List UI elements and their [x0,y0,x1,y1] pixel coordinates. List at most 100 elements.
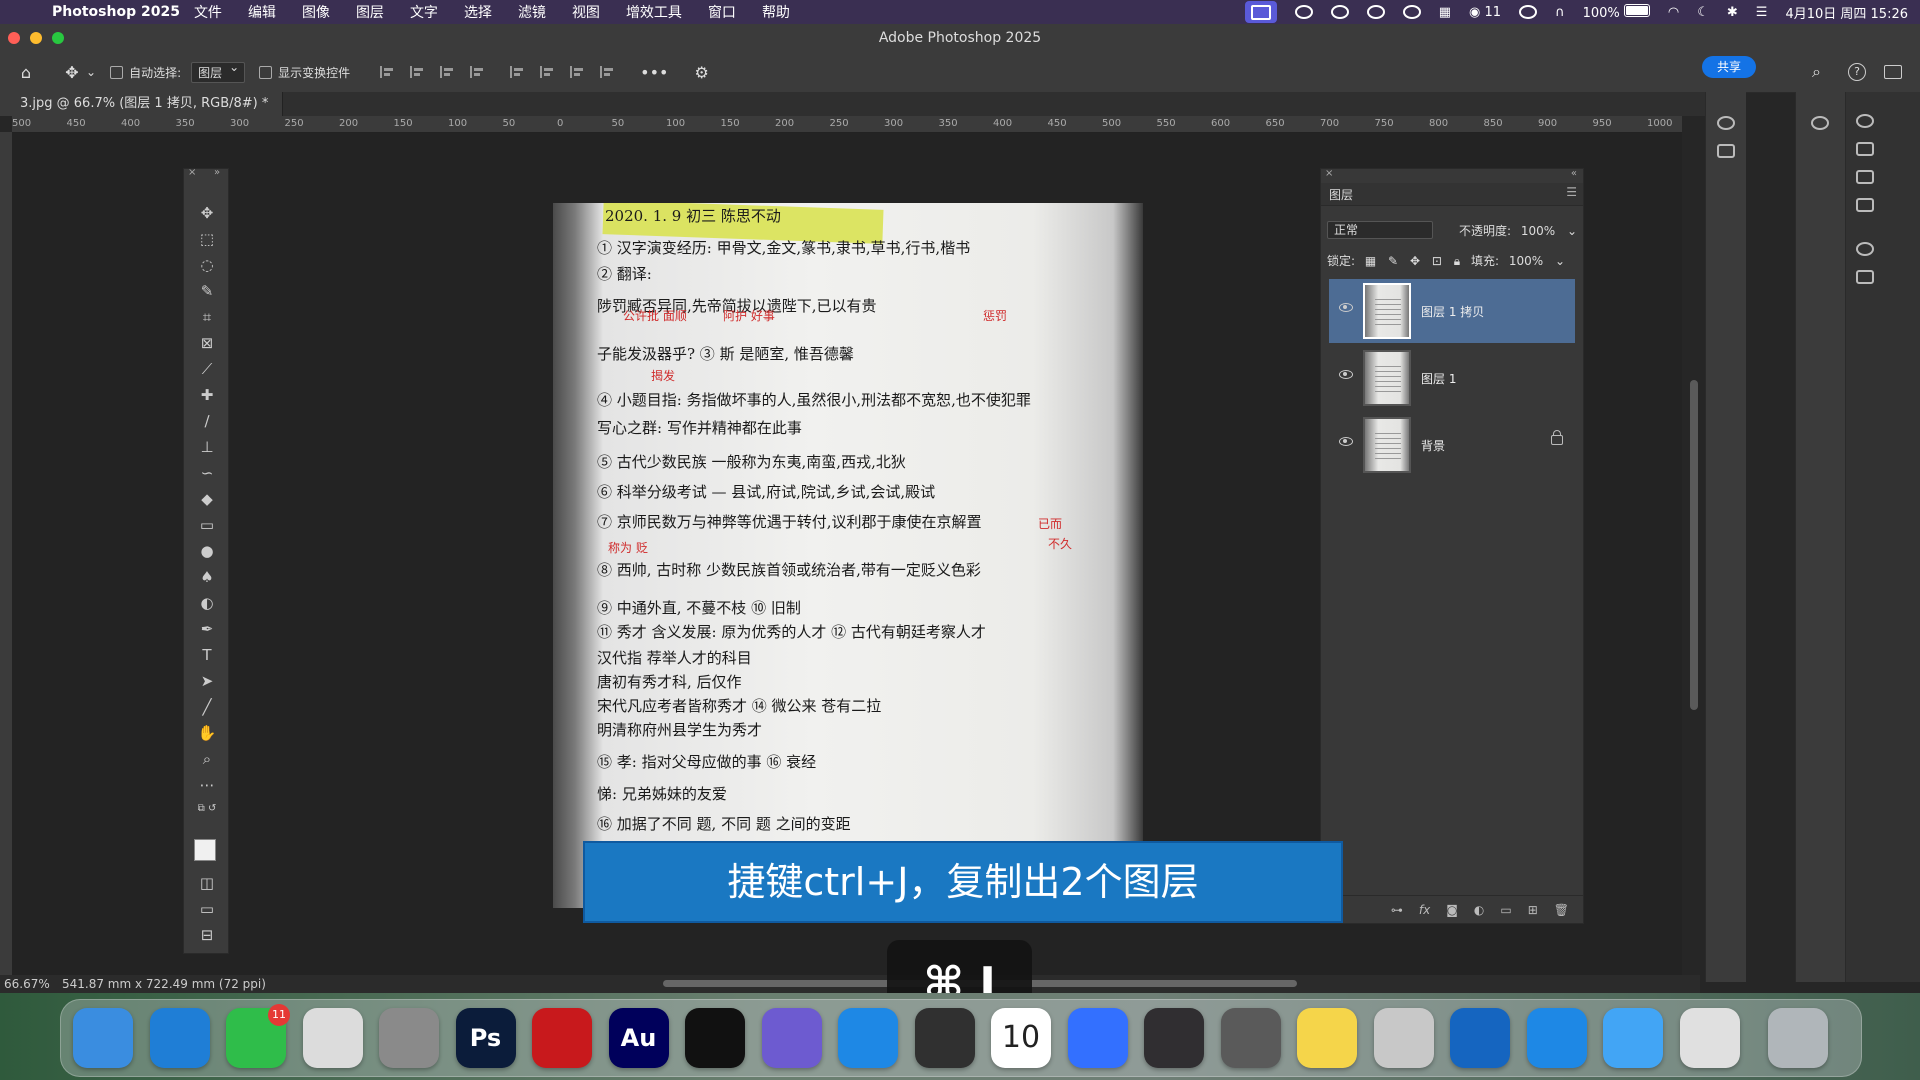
tab-layers[interactable]: 图层 [1329,186,1353,203]
screen-record-icon[interactable] [1244,1,1277,23]
lock-all-icon[interactable]: 🔒︎ [1454,254,1460,268]
vpn-icon[interactable] [1402,5,1421,19]
gear-icon[interactable]: ⚙ [694,63,708,82]
dock-app-edge[interactable] [149,1008,210,1068]
new-layer-icon[interactable]: ⊞ [1528,903,1538,917]
layer-row[interactable]: 图层 1 拷贝 [1329,279,1575,343]
path-select-tool-icon[interactable]: ➤ [197,671,217,691]
search-icon[interactable]: ⌕ [1812,62,1821,82]
default-colors-icon[interactable]: ⧉ ↺ [197,799,217,819]
help-icon[interactable]: ? [1848,63,1866,81]
dock-app-launchpad[interactable] [302,1008,363,1068]
menu-help[interactable]: 帮助 [762,2,790,22]
cursor-icon[interactable] [1366,5,1385,19]
menu-layer[interactable]: 图层 [356,2,384,22]
document-dimensions[interactable]: 541.87 mm x 722.49 mm (72 ppi) [62,975,266,993]
dodge-tool-icon[interactable]: ♠ [197,567,217,587]
healing-brush-tool-icon[interactable]: ✚ [197,385,217,405]
zoom-magnifier-icon[interactable]: ◐ [197,593,217,613]
dock-app-final-cut[interactable] [761,1008,822,1068]
dock-app-pen-app[interactable] [1373,1008,1434,1068]
close-panel-icon[interactable]: × [1325,168,1333,179]
history-panel-icon[interactable] [1811,116,1829,130]
wechat-status[interactable]: ◉ 11 [1469,5,1501,20]
link-icon[interactable]: ⊶ [1391,903,1403,917]
dock-app-remote[interactable] [1450,1008,1510,1068]
align-bottom-icon[interactable] [570,66,586,78]
screen-mode-icon[interactable]: ▭ [197,899,217,919]
dock-app-wechat[interactable]: 11 [226,1004,290,1068]
document-canvas-image[interactable]: 2020. 1. 9 初三 陈思不动 ① 汉字演变经历: 甲骨文,金文,篆书,隶… [553,203,1143,908]
collapse-panel-icon[interactable]: « [1571,168,1577,179]
dock-app-mouse[interactable] [838,1008,898,1068]
zoom-tool-icon[interactable]: ⌕ [197,749,217,769]
fill-value[interactable]: 100% [1509,254,1543,268]
align-top-icon[interactable] [510,66,526,78]
auto-select-checkbox[interactable] [110,65,124,79]
dock-app-feishu[interactable] [1067,1008,1128,1068]
eraser-tool-icon[interactable]: ◆ [197,489,217,509]
align-right-icon[interactable] [440,66,456,78]
workspace-icon[interactable] [1884,65,1902,79]
visibility-eye-icon[interactable] [1339,303,1353,312]
lasso-tool-icon[interactable]: ◌ [197,255,217,275]
record-icon[interactable] [1294,5,1313,19]
crop-tool-icon[interactable]: ⌗ [197,307,217,327]
dock-app-capcut[interactable] [685,1008,745,1068]
tool-preset-chevron-icon[interactable]: ⌄ [86,65,96,79]
color-panel-icon[interactable] [1717,116,1735,130]
fx-icon[interactable]: fx [1419,903,1430,917]
quick-select-tool-icon[interactable]: ✎ [197,281,217,301]
distribute-v-icon[interactable] [600,66,616,78]
panel-menu-icon[interactable]: ☰ [1566,185,1577,199]
dock-app-cloud[interactable] [1603,1008,1663,1068]
properties-panel-icon[interactable] [1856,114,1874,128]
dock-app-font-book[interactable] [1679,1008,1740,1068]
marquee-tool-icon[interactable]: ⬚ [197,229,217,249]
menu-filter[interactable]: 滤镜 [518,2,546,22]
chat-icon[interactable] [1330,5,1349,19]
battery-status[interactable]: 100% [1583,3,1650,21]
sync-icon[interactable] [1519,5,1538,19]
pen-tool-icon[interactable]: ✒ [197,619,217,639]
grid-icon[interactable]: ▦ [1439,5,1451,20]
gradient-tool-icon[interactable]: ▭ [197,515,217,535]
dock-app-acrobat[interactable] [532,1008,592,1068]
transform-panel-icon[interactable] [1856,270,1874,284]
align-middle-v-icon[interactable] [540,66,556,78]
home-icon[interactable]: ⌂ [14,60,38,84]
blend-mode-dropdown[interactable]: 正常 [1327,221,1434,239]
dock-app-notes[interactable] [1297,1008,1357,1068]
distribute-h-icon[interactable] [470,66,486,78]
eyedropper-tool-icon[interactable]: ⟋ [197,359,217,379]
opacity-chevron-icon[interactable]: ⌄ [1567,224,1577,238]
frame-tool-icon[interactable]: ⊠ [197,333,217,353]
menu-type[interactable]: 文字 [410,2,438,22]
zoom-level[interactable]: 66.67% [4,975,50,993]
dock-app-obs[interactable] [1144,1008,1204,1068]
layer-lock-icon[interactable] [1551,430,1563,445]
menu-select[interactable]: 选择 [464,2,492,22]
horizontal-ruler[interactable]: 500 450 400 350 300 250 200 150 100 50 0 50 100 150 20… [12,116,1682,133]
move-tool-icon[interactable]: ✥ [60,60,84,84]
dock-app-swift[interactable] [1526,1008,1587,1068]
vertical-scrollbar[interactable] [1690,380,1698,710]
wifi-icon[interactable]: ◠ [1668,5,1679,20]
share-button[interactable]: 共享 [1702,56,1756,78]
zoom-window-button[interactable] [52,32,64,44]
paths-panel-icon[interactable] [1856,242,1874,256]
menu-image[interactable]: 图像 [302,2,330,22]
menu-app-name[interactable]: Photoshop 2025 [52,4,180,20]
line-tool-icon[interactable]: ╱ [197,697,217,717]
move-tool-icon[interactable]: ✥ [197,203,217,223]
show-transform-checkbox[interactable] [259,65,273,79]
more-tools-icon[interactable]: ⋯ [197,775,217,795]
bluetooth-icon[interactable]: ✱ [1727,5,1738,20]
visibility-eye-icon[interactable] [1339,437,1353,446]
lock-pixels-icon[interactable]: ✎ [1388,254,1398,268]
foreground-color-swatch[interactable] [194,839,216,861]
lock-position-icon[interactable]: ✥ [1410,254,1420,268]
dock-app-calculator[interactable] [914,1008,975,1068]
dock-app-system-settings[interactable] [379,1008,439,1068]
dock-app-calendar[interactable]: 10 [991,1008,1051,1068]
